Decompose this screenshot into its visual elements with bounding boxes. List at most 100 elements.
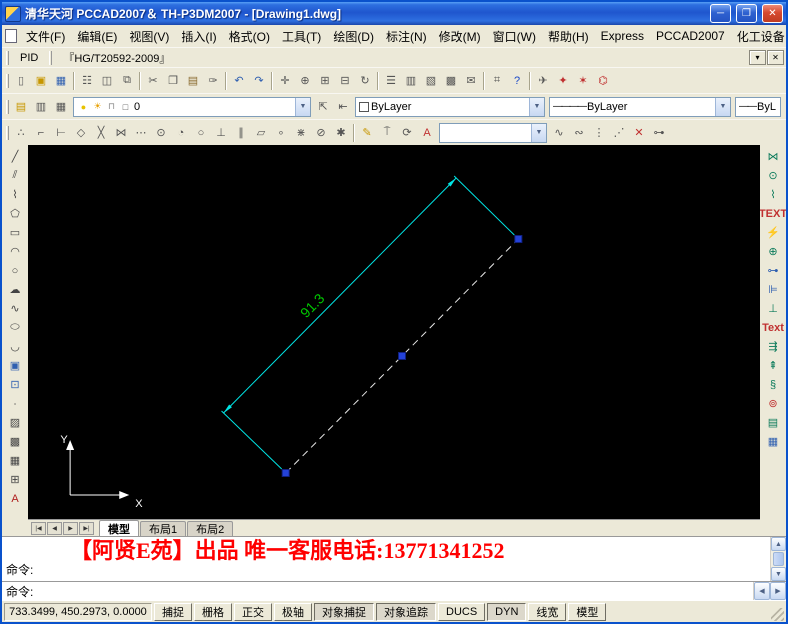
- snap-perpendicular-icon[interactable]: ⊥: [211, 123, 231, 143]
- polyline-icon[interactable]: ⌇: [5, 185, 26, 204]
- layer-properties-manager-icon[interactable]: ▤: [11, 97, 31, 117]
- text-annotation-icon[interactable]: TEXT: [760, 204, 786, 223]
- layer-color-swatch-icon[interactable]: □: [119, 100, 132, 114]
- drawing-canvas[interactable]: 91.3 Y X: [28, 145, 760, 519]
- command-input-line[interactable]: 命令: ◀ ▶: [2, 581, 786, 600]
- arc-icon[interactable]: ◠: [5, 242, 26, 261]
- hg-standard-button[interactable]: 『HG/T20592-2009』: [56, 48, 177, 68]
- revision-cloud-icon[interactable]: ☁: [5, 280, 26, 299]
- spline-edit-icon[interactable]: ∾: [569, 123, 589, 143]
- snap-intersection-icon[interactable]: ╳: [91, 123, 111, 143]
- region-icon[interactable]: ▦: [5, 451, 26, 470]
- point-icon[interactable]: ∙: [5, 394, 26, 413]
- menu-item-file[interactable]: 文件(F): [20, 26, 71, 47]
- layer-dropdown[interactable]: ● ☀ ⊓ □ 0 ▼: [73, 96, 311, 117]
- next-layout-tab-button[interactable]: ▶: [63, 521, 78, 535]
- nozzle-icon[interactable]: ⊶: [763, 261, 784, 280]
- text-edit-icon[interactable]: Text: [762, 318, 784, 337]
- linetype-dropdown[interactable]: ———— ByLayer ▼: [549, 96, 731, 117]
- menu-item-edit[interactable]: 编辑(E): [71, 26, 123, 47]
- snap-none-icon[interactable]: ⊘: [311, 123, 331, 143]
- layer-unlock-icon[interactable]: ⊓: [105, 100, 118, 114]
- drawing-viewport[interactable]: 91.3 Y X: [28, 145, 760, 519]
- flange-icon[interactable]: ⊫: [763, 280, 784, 299]
- measure-icon[interactable]: ⋰: [609, 123, 629, 143]
- dimension-extension-line[interactable]: [221, 410, 283, 470]
- menu-item-help[interactable]: 帮助(H): [542, 26, 595, 47]
- chevron-down-icon[interactable]: ▼: [531, 123, 546, 142]
- properties-icon[interactable]: ☰: [381, 71, 401, 91]
- snap-tangent-icon[interactable]: ○: [191, 123, 211, 143]
- maximize-button[interactable]: ❐: [736, 4, 757, 23]
- grip-endpoint[interactable]: [281, 469, 290, 477]
- quick-dim-icon[interactable]: ✎: [357, 123, 377, 143]
- support-icon[interactable]: ⊥: [763, 299, 784, 318]
- tab-model[interactable]: 模型: [99, 520, 139, 536]
- make-object-layer-current-icon[interactable]: ⇱: [313, 97, 333, 117]
- table-icon[interactable]: ⊞: [5, 470, 26, 489]
- dim-update-icon[interactable]: ⟳: [397, 123, 417, 143]
- status-toggle-ducs[interactable]: DUCS: [438, 602, 486, 621]
- title-block-icon[interactable]: ▦: [763, 432, 784, 451]
- resize-grip[interactable]: [771, 608, 784, 621]
- document-icon[interactable]: [5, 29, 17, 43]
- pipe-line-icon[interactable]: ⌇: [763, 185, 784, 204]
- pid-menu-button[interactable]: PID: [13, 50, 45, 66]
- chem-module-icon[interactable]: ⌬: [593, 71, 613, 91]
- pan-icon[interactable]: ✛: [275, 71, 295, 91]
- chevron-down-icon[interactable]: ▼: [295, 97, 310, 116]
- plot-icon[interactable]: ☷: [77, 71, 97, 91]
- dim-linear-icon[interactable]: ⍑: [377, 123, 397, 143]
- undo-icon[interactable]: ↶: [229, 71, 249, 91]
- toolbar-drag-handle[interactable]: [49, 50, 53, 65]
- app-icon[interactable]: [5, 5, 21, 22]
- aligned-dimension[interactable]: 91.3: [221, 175, 515, 470]
- scrollbar-thumb[interactable]: [773, 552, 784, 566]
- copy-icon[interactable]: ❐: [163, 71, 183, 91]
- minimize-button[interactable]: ─: [710, 4, 731, 23]
- menu-item-chem-equipment[interactable]: 化工设备: [731, 26, 788, 47]
- equipment-icon[interactable]: ⊕: [763, 242, 784, 261]
- dimension-line[interactable]: [223, 177, 457, 414]
- toolbar-drag-handle[interactable]: [6, 125, 9, 140]
- publish-icon[interactable]: ⧉: [117, 71, 137, 91]
- zoom-realtime-icon[interactable]: ⊕: [295, 71, 315, 91]
- chevron-down-icon[interactable]: ▼: [715, 97, 730, 116]
- zoom-previous-icon[interactable]: ⊟: [335, 71, 355, 91]
- snap-insert-icon[interactable]: ▱: [251, 123, 271, 143]
- rectangle-icon[interactable]: ▭: [5, 223, 26, 242]
- save-icon[interactable]: ▦: [51, 71, 71, 91]
- match-properties-icon[interactable]: ✑: [203, 71, 223, 91]
- menu-item-view[interactable]: 视图(V): [123, 26, 175, 47]
- ellipse-arc-icon[interactable]: ◡: [5, 337, 26, 356]
- layer-states-manager-icon[interactable]: ▦: [51, 97, 71, 117]
- snap-apparent-intersection-icon[interactable]: ⋈: [111, 123, 131, 143]
- scroll-down-icon[interactable]: ▼: [771, 567, 786, 581]
- osnap-settings-icon[interactable]: ✱: [331, 123, 351, 143]
- toolbar-close-icon[interactable]: ✕: [767, 50, 784, 65]
- toolbar-drag-handle[interactable]: [6, 99, 9, 114]
- status-toggle-polar[interactable]: 极轴: [274, 602, 312, 621]
- menu-item-modify[interactable]: 修改(M): [433, 26, 487, 47]
- redo-icon[interactable]: ↷: [249, 71, 269, 91]
- section-symbol-icon[interactable]: §: [763, 375, 784, 394]
- menu-item-tools[interactable]: 工具(T): [276, 26, 327, 47]
- tab-layout1[interactable]: 布局1: [140, 521, 187, 536]
- paste-icon[interactable]: ▤: [183, 71, 203, 91]
- line-icon[interactable]: ╱: [5, 147, 26, 166]
- quickcalc-icon[interactable]: ⌗: [487, 71, 507, 91]
- designcenter-icon[interactable]: ▥: [401, 71, 421, 91]
- snap-parallel-icon[interactable]: ∥: [231, 123, 251, 143]
- gradient-icon[interactable]: ▩: [5, 432, 26, 451]
- parts-list-icon[interactable]: ▤: [763, 413, 784, 432]
- markup-set-manager-icon[interactable]: ✉: [461, 71, 481, 91]
- express-tools-icon[interactable]: ✦: [553, 71, 573, 91]
- menu-item-express[interactable]: Express: [595, 27, 650, 45]
- scroll-left-icon[interactable]: ◀: [754, 582, 770, 600]
- menu-item-insert[interactable]: 插入(I): [175, 26, 222, 47]
- make-block-icon[interactable]: ⊡: [5, 375, 26, 394]
- toolbar-drag-handle[interactable]: [6, 50, 9, 65]
- status-toggle-dyn[interactable]: DYN: [487, 602, 527, 621]
- level-mark-icon[interactable]: ⇞: [763, 356, 784, 375]
- grip-endpoint[interactable]: [514, 235, 523, 243]
